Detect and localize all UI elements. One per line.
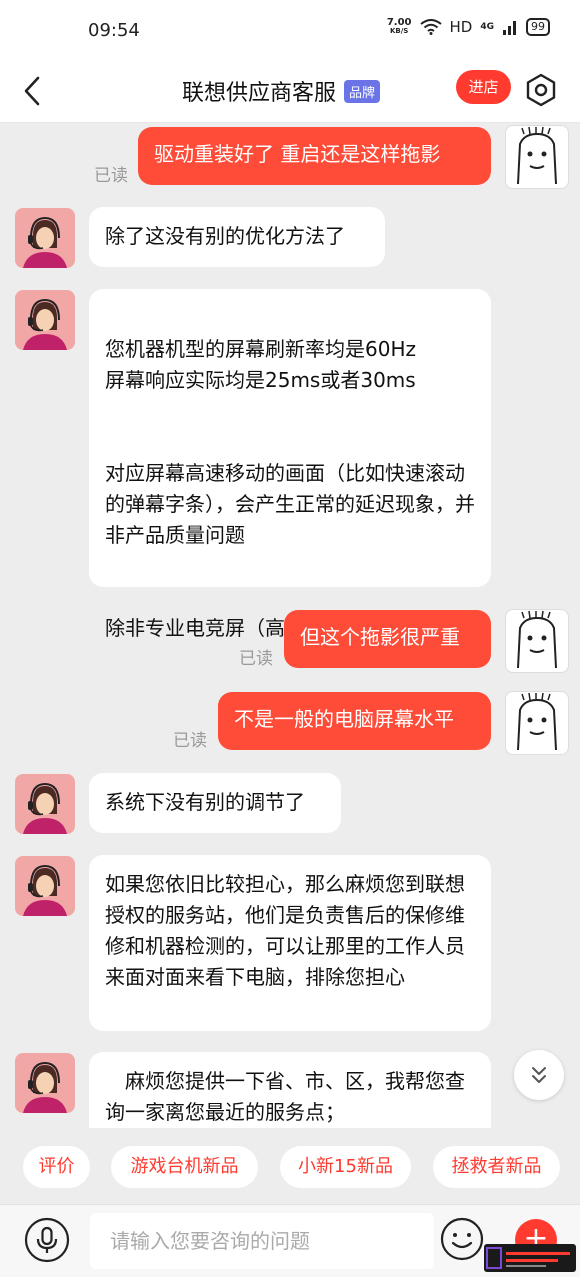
message-paragraph: 系统下没有别的调节了 xyxy=(105,790,305,814)
read-receipt: 已读 xyxy=(239,649,273,669)
microphone-icon[interactable] xyxy=(24,1217,70,1263)
message-paragraph: 对应屏幕高速移动的画面（比如快速滚动的弹幕字条），会产生正常的延迟现象，并非产品… xyxy=(105,461,475,547)
chat-header: 联想供应商客服 品牌 进店 xyxy=(0,62,580,123)
net-speed-value: 7.00 xyxy=(386,17,412,28)
smiley-icon[interactable] xyxy=(440,1217,484,1261)
scroll-to-bottom-button[interactable] xyxy=(514,1050,564,1100)
user-avatar-meme-icon[interactable] xyxy=(505,125,569,189)
agent-avatar-icon[interactable] xyxy=(15,774,75,834)
header-title-group: 联想供应商客服 品牌 xyxy=(182,75,381,107)
user-avatar-meme-icon[interactable] xyxy=(505,691,569,755)
message-input[interactable] xyxy=(90,1213,434,1269)
agent-avatar-icon[interactable] xyxy=(15,208,75,268)
quick-reply-bar: 评价 游戏台机新品 小新15新品 拯救者新品 xyxy=(0,1128,580,1204)
network-label: 4G xyxy=(480,21,494,32)
user-message-bubble[interactable]: 驱动重装好了 重启还是这样拖影 xyxy=(138,127,491,185)
enter-shop-button[interactable]: 进店 xyxy=(456,70,511,104)
quick-reply-chip[interactable]: 游戏台机新品 xyxy=(111,1146,258,1188)
chevron-double-down-icon xyxy=(532,1067,546,1083)
wifi-icon xyxy=(419,19,442,35)
agent-message-bubble[interactable]: 麻烦您提供一下省、市、区，我帮您查询一家离您最近的服务点； xyxy=(89,1052,491,1128)
quick-reply-chip[interactable]: 评价 xyxy=(23,1146,90,1188)
brand-badge: 品牌 xyxy=(344,79,381,103)
watermark-logo-icon xyxy=(484,1244,576,1272)
chat-message-list[interactable]: 已读 驱动重装好了 重启还是这样拖影 除了这没有别的优化方法了 您机器机型的屏幕… xyxy=(0,123,580,1128)
signal-icon xyxy=(503,21,516,35)
agent-avatar-icon[interactable] xyxy=(15,856,75,916)
quick-reply-chip[interactable]: 拯救者新品 xyxy=(433,1146,560,1188)
net-speed-unit: KB/S xyxy=(389,27,409,35)
back-arrow-icon[interactable] xyxy=(18,74,48,108)
page-title: 联想供应商客服 xyxy=(182,81,337,106)
read-receipt: 已读 xyxy=(94,166,128,186)
read-receipt: 已读 xyxy=(173,731,207,751)
status-time: 09:54 xyxy=(88,20,140,41)
net-speed: 7.00 KB/S xyxy=(387,18,412,36)
hd-label: HD xyxy=(449,18,473,36)
agent-avatar-icon[interactable] xyxy=(15,1053,75,1113)
message-paragraph: 如果您依旧比较担心，那么麻烦您到联想授权的服务站，他们是负责售后的保修维修和机器… xyxy=(105,872,465,989)
settings-hexagon-icon[interactable] xyxy=(523,72,559,108)
message-paragraph: 麻烦您提供一下省、市、区，我帮您查询一家离您最近的服务点； xyxy=(105,1069,465,1124)
user-message-bubble[interactable]: 但这个拖影很严重 xyxy=(284,610,491,668)
battery-indicator: 99 xyxy=(526,18,550,36)
status-bar: 09:54 7.00 KB/S HD 4G 99 xyxy=(0,0,580,62)
agent-message-bubble[interactable]: 如果您依旧比较担心，那么麻烦您到联想授权的服务站，他们是负责售后的保修维修和机器… xyxy=(89,855,491,1031)
message-paragraph: 除了这没有别的优化方法了 xyxy=(105,224,345,248)
user-message-bubble[interactable]: 不是一般的电脑屏幕水平 xyxy=(218,692,491,750)
status-indicators: 7.00 KB/S HD 4G 99 xyxy=(387,18,550,36)
agent-avatar-icon[interactable] xyxy=(15,290,75,350)
user-avatar-meme-icon[interactable] xyxy=(505,609,569,673)
agent-message-bubble[interactable]: 除了这没有别的优化方法了 xyxy=(89,207,385,267)
agent-message-bubble[interactable]: 系统下没有别的调节了 xyxy=(89,773,341,833)
agent-message-bubble[interactable]: 您机器机型的屏幕刷新率均是60Hz 屏幕响应实际均是25ms或者30ms 对应屏… xyxy=(89,289,491,640)
message-paragraph: 您机器机型的屏幕刷新率均是60Hz 屏幕响应实际均是25ms或者30ms xyxy=(105,337,416,392)
quick-reply-chip[interactable]: 小新15新品 xyxy=(280,1146,411,1188)
